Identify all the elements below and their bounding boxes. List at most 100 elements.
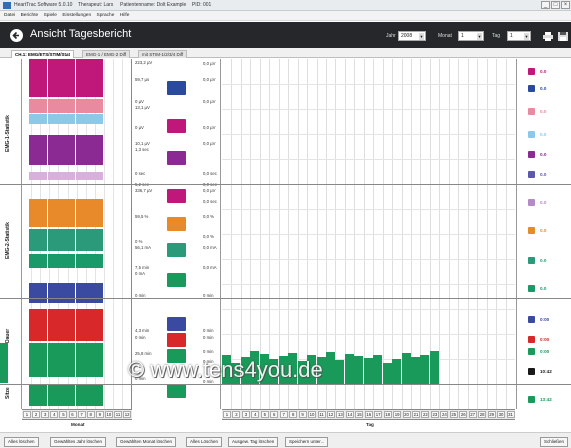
menu-datei[interactable]: Datei bbox=[4, 13, 15, 18]
delete-year-button[interactable]: Gewähltes Jahr löschen bbox=[50, 437, 107, 447]
tab-ch1[interactable]: CH.1: EMG/ETS/STIM/Stat bbox=[11, 50, 75, 58]
day-tick[interactable]: 31 bbox=[506, 411, 515, 418]
axis-value: 0,0 µV bbox=[203, 77, 216, 82]
day-tick[interactable]: 9 bbox=[298, 411, 307, 418]
month-tick[interactable]: 8 bbox=[86, 411, 95, 418]
day-tick[interactable]: 4 bbox=[251, 411, 260, 418]
section-label-dauer: Dauer bbox=[5, 328, 11, 343]
chart-bar bbox=[48, 172, 57, 180]
day-tick[interactable]: 15 bbox=[355, 411, 364, 418]
day-tick[interactable]: 10 bbox=[308, 411, 317, 418]
day-tick[interactable]: 17 bbox=[374, 411, 383, 418]
close-button[interactable]: Schließen bbox=[540, 437, 569, 447]
day-tick[interactable]: 25 bbox=[449, 411, 458, 418]
axis-value: 0 min bbox=[203, 335, 214, 340]
delete-month-button[interactable]: Gewählten Monat löschen bbox=[116, 437, 177, 447]
chart-bar bbox=[85, 343, 94, 377]
day-tick[interactable]: 26 bbox=[459, 411, 468, 418]
day-tick[interactable]: 20 bbox=[402, 411, 411, 418]
day-tick[interactable]: 13 bbox=[336, 411, 345, 418]
chart-bar bbox=[76, 114, 85, 124]
day-tick[interactable]: 1 bbox=[223, 411, 231, 418]
close-window-button[interactable]: × bbox=[561, 1, 570, 9]
month-tick[interactable]: 6 bbox=[68, 411, 77, 418]
day-tick[interactable]: 14 bbox=[345, 411, 354, 418]
month-tick[interactable]: 5 bbox=[59, 411, 68, 418]
metric-value: 0.0 bbox=[540, 258, 547, 263]
metric-icon bbox=[528, 348, 535, 355]
day-tick[interactable]: 12 bbox=[326, 411, 335, 418]
minimize-button[interactable]: _ bbox=[541, 1, 550, 9]
chart-bar bbox=[94, 99, 103, 113]
delete-all-button-2[interactable]: Alles Löschen bbox=[186, 437, 223, 447]
day-tick[interactable]: 22 bbox=[421, 411, 430, 418]
axis-value: 25,8 min bbox=[135, 351, 152, 356]
save-as-button[interactable]: Speichern unter... bbox=[285, 437, 329, 447]
month-select[interactable]: 1 ▼ bbox=[458, 31, 484, 41]
chart-bar bbox=[85, 135, 94, 165]
metric-icon bbox=[528, 131, 535, 138]
footer-bar: Alles löschen Gewähltes Jahr löschen Gew… bbox=[0, 432, 571, 448]
month-tick[interactable]: 12 bbox=[123, 411, 132, 418]
day-tick[interactable]: 3 bbox=[241, 411, 250, 418]
month-tick[interactable]: 1 bbox=[23, 411, 31, 418]
day-tick[interactable]: 6 bbox=[270, 411, 279, 418]
chart-bar bbox=[94, 254, 103, 268]
day-tick[interactable]: 27 bbox=[468, 411, 477, 418]
day-bar bbox=[373, 355, 383, 385]
day-tick[interactable]: 11 bbox=[317, 411, 326, 418]
grid-line bbox=[222, 209, 515, 210]
year-select[interactable]: 2008 ▼ bbox=[398, 31, 426, 41]
menu-hilfe[interactable]: Hilfe bbox=[120, 13, 130, 18]
day-tick[interactable]: 29 bbox=[487, 411, 496, 418]
day-tick[interactable]: 19 bbox=[393, 411, 402, 418]
chart-bar bbox=[29, 172, 38, 180]
back-button[interactable] bbox=[10, 29, 23, 42]
chart-bar bbox=[76, 199, 85, 227]
day-tick[interactable]: 23 bbox=[430, 411, 439, 418]
maximize-button[interactable]: □ bbox=[551, 1, 560, 9]
day-tick[interactable]: 24 bbox=[440, 411, 449, 418]
chart-bar bbox=[76, 254, 85, 268]
chart-bar bbox=[94, 343, 103, 377]
chart-bar bbox=[66, 229, 75, 251]
save-icon[interactable] bbox=[557, 31, 569, 42]
grid-line bbox=[222, 334, 515, 335]
tab-emg-diff[interactable]: EMG-1 / EMG-2 Diff bbox=[82, 50, 131, 58]
day-tick[interactable]: 30 bbox=[497, 411, 506, 418]
day-tick[interactable]: 5 bbox=[260, 411, 269, 418]
day-select[interactable]: 1 ▼ bbox=[507, 31, 531, 41]
month-tick[interactable]: 3 bbox=[41, 411, 50, 418]
delete-day-button[interactable]: Ausgew. Tag löschen bbox=[228, 437, 279, 447]
menu-sprache[interactable]: Sprache bbox=[97, 13, 115, 18]
month-tick[interactable]: 2 bbox=[32, 411, 41, 418]
tab-stim-diff[interactable]: mit STIM-1/2/3/4 Diff bbox=[138, 50, 188, 58]
chart-bar bbox=[85, 114, 94, 124]
month-tick[interactable]: 11 bbox=[114, 411, 122, 418]
chart-bar bbox=[38, 99, 47, 113]
delete-all-button[interactable]: Alles löschen bbox=[4, 437, 39, 447]
day-tick[interactable]: 28 bbox=[478, 411, 487, 418]
menu-bar: Datei Berichte Spiele Einstellungen Spra… bbox=[0, 11, 571, 21]
menu-berichte[interactable]: Berichte bbox=[21, 13, 39, 18]
menu-einstellungen[interactable]: Einstellungen bbox=[62, 13, 91, 18]
axis-value: 56,1 mA bbox=[135, 245, 152, 250]
chart-bar bbox=[29, 114, 38, 124]
day-tick[interactable]: 16 bbox=[364, 411, 373, 418]
day-bar bbox=[363, 358, 373, 385]
day-tick[interactable]: 2 bbox=[232, 411, 241, 418]
day-tick[interactable]: 8 bbox=[289, 411, 298, 418]
month-tick[interactable]: 10 bbox=[104, 411, 113, 418]
month-tick[interactable]: 9 bbox=[95, 411, 104, 418]
print-icon[interactable] bbox=[542, 31, 554, 42]
menu-spiele[interactable]: Spiele bbox=[44, 13, 57, 18]
grid-line bbox=[103, 59, 105, 409]
month-tick[interactable]: 4 bbox=[50, 411, 59, 418]
day-tick[interactable]: 21 bbox=[412, 411, 420, 418]
month-tick[interactable]: 7 bbox=[77, 411, 86, 418]
day-value: 1 bbox=[510, 33, 513, 39]
day-tick[interactable]: 18 bbox=[383, 411, 392, 418]
month-chart bbox=[0, 59, 132, 409]
section-divider bbox=[0, 184, 571, 185]
day-tick[interactable]: 7 bbox=[279, 411, 288, 418]
